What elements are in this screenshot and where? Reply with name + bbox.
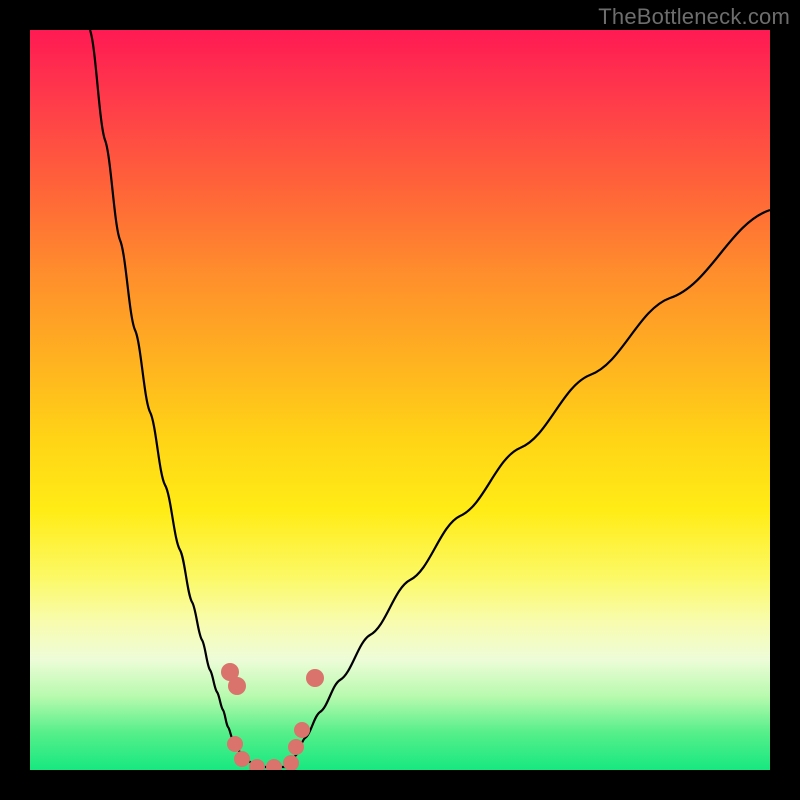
curve-left [90,30,260,767]
data-marker [266,759,282,770]
marker-group [221,663,324,770]
curve-layer [30,30,770,770]
data-marker [294,722,310,738]
data-marker [249,759,265,770]
data-marker [288,739,304,755]
data-marker [234,751,250,767]
data-marker [283,755,299,770]
outer-frame: TheBottleneck.com [0,0,800,800]
curve-right [290,210,770,767]
data-marker [306,669,324,687]
watermark-text: TheBottleneck.com [598,4,790,30]
data-marker [228,677,246,695]
data-marker [227,736,243,752]
chart-plot-area [30,30,770,770]
